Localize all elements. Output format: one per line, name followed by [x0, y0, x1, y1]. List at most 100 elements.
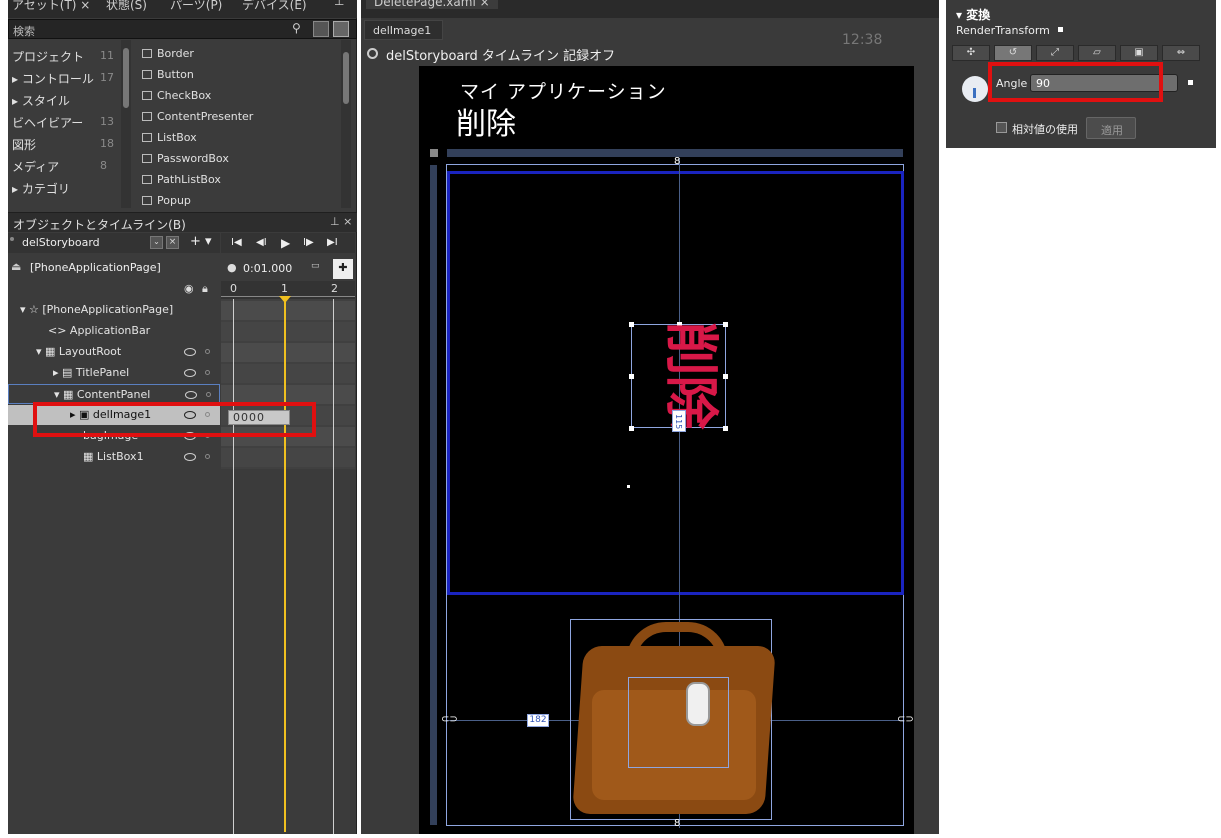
resize-handle[interactable]	[629, 374, 634, 379]
component-item[interactable]: ContentPresenter	[142, 110, 253, 123]
category-item[interactable]: 図形 18	[12, 136, 114, 153]
track-row[interactable]	[221, 448, 355, 467]
tree-row[interactable]: ▾ ▦ ContentPanel	[8, 384, 220, 404]
phone-clock: 12:38	[842, 32, 883, 48]
visibility-eye-icon[interactable]	[185, 391, 197, 399]
apply-button[interactable]: 適用	[1086, 117, 1136, 139]
height-label: 115	[674, 414, 683, 430]
lock-toggle-icon[interactable]	[205, 370, 210, 375]
timeline-status: delStoryboard タイムライン 記録オフ	[386, 49, 616, 64]
record-icon[interactable]	[367, 48, 378, 59]
category-item[interactable]: ビヘイビアー 13	[12, 114, 114, 131]
angle-dial-icon[interactable]	[962, 76, 988, 102]
resize-handle[interactable]	[629, 322, 634, 327]
category-item[interactable]: ▸ スタイル	[12, 92, 70, 109]
category-count: 17	[100, 71, 114, 84]
breadcrumb[interactable]: delImage1	[364, 20, 443, 40]
skew-tab[interactable]: ▱	[1078, 45, 1116, 61]
tab-states[interactable]: 状態(S)	[106, 0, 147, 13]
storyboard-dropdown-icon[interactable]: ⌄	[150, 236, 163, 249]
margin-handle-icon[interactable]: 8	[674, 818, 680, 829]
control-icon	[142, 133, 152, 142]
search-icon[interactable]: ⚲	[292, 21, 301, 35]
last-frame-icon[interactable]: ▶I	[327, 237, 338, 248]
zoom-fit-icon[interactable]: ✚	[333, 259, 353, 279]
visibility-eye-icon[interactable]	[184, 348, 196, 356]
category-item[interactable]: プロジェクト 11	[12, 48, 114, 65]
category-item[interactable]: ▸ コントロール 17	[12, 70, 114, 87]
component-item[interactable]: PasswordBox	[142, 152, 229, 165]
lock-toggle-icon[interactable]	[205, 454, 210, 459]
storyboard-name[interactable]: delStoryboard	[22, 236, 100, 249]
prev-frame-icon[interactable]: ◀I	[256, 237, 267, 248]
tree-row[interactable]: <> ApplicationBar	[8, 321, 220, 341]
add-storyboard-icon[interactable]: + ▾	[190, 234, 212, 249]
panel-tabbar: アセット(T) × 状態(S) パーツ(P) デバイス(E) ⊥	[8, 0, 357, 18]
category-scrollbar[interactable]	[121, 40, 131, 208]
track-row[interactable]	[221, 364, 355, 383]
margin-handle-icon[interactable]: ⊂⊃	[441, 714, 458, 725]
control-icon	[142, 112, 152, 121]
pin-icon[interactable]: ⊥	[334, 0, 344, 8]
play-icon[interactable]: ▶	[281, 236, 290, 250]
category-item[interactable]: ▸ カテゴリ	[12, 180, 70, 197]
next-frame-icon[interactable]: I▶	[303, 237, 314, 248]
component-item[interactable]: PathListBox	[142, 173, 221, 186]
pin-close-icon[interactable]: ⊥ ×	[330, 215, 352, 228]
component-item[interactable]: CheckBox	[142, 89, 211, 102]
tab-devices[interactable]: デバイス(E)	[242, 0, 307, 13]
tree-label: ▸ ▤ TitlePanel	[53, 366, 130, 379]
playhead-handle-icon[interactable]	[279, 296, 291, 303]
pivot-point[interactable]	[627, 485, 630, 488]
resize-handle[interactable]	[629, 426, 634, 431]
first-frame-icon[interactable]: I◀	[231, 237, 242, 248]
tree-row[interactable]: ▦ ListBox1	[8, 447, 220, 467]
row-ruler[interactable]	[430, 165, 437, 825]
tab-assets[interactable]: アセット(T) ×	[12, 0, 90, 13]
component-item[interactable]: Popup	[142, 194, 191, 207]
rotate-tab[interactable]: ↺	[994, 45, 1032, 61]
grid-toggle-icon[interactable]	[430, 149, 438, 157]
flip-tab[interactable]: ⇔	[1162, 45, 1200, 61]
tab-document[interactable]: DeletePage.xaml ×	[366, 0, 498, 9]
tick-2: 2	[331, 282, 338, 295]
list-view-icon[interactable]	[333, 21, 349, 37]
relative-checkbox[interactable]	[996, 122, 1007, 133]
component-item[interactable]: Border	[142, 47, 194, 60]
lock-header-icon[interactable]: 🔒︎	[202, 282, 208, 296]
tree-row[interactable]: ▸ ▤ TitlePanel	[8, 363, 220, 383]
track-row[interactable]	[221, 322, 355, 341]
tree-row[interactable]: ▾ ▦ LayoutRoot	[8, 342, 220, 362]
margin-handle-icon[interactable]: ⊂⊃	[897, 714, 914, 725]
scope-up-icon[interactable]: ⏏	[11, 260, 21, 273]
visibility-header-icon[interactable]: ◉	[184, 282, 194, 295]
scale-tab[interactable]: ⤢	[1036, 45, 1074, 61]
current-time[interactable]: 0:01.000	[243, 262, 292, 275]
track-row[interactable]	[221, 301, 355, 320]
category-item[interactable]: メディア 8	[12, 158, 107, 175]
track-row[interactable]	[221, 343, 355, 362]
tree-row[interactable]: ▾ ☆ [PhoneApplicationPage]	[8, 300, 220, 320]
category-label: プロジェクト	[12, 50, 85, 64]
grid-view-icon[interactable]	[313, 21, 329, 37]
component-item[interactable]: ListBox	[142, 131, 197, 144]
visibility-eye-icon[interactable]	[184, 453, 196, 461]
add-keyframe-icon[interactable]: ●	[227, 261, 237, 274]
center-point-tab[interactable]: ▣	[1120, 45, 1158, 61]
close-storyboard-icon[interactable]: ×	[166, 236, 179, 249]
margin-handle-icon[interactable]: 8	[674, 156, 680, 167]
lock-toggle-icon[interactable]	[205, 349, 210, 354]
visibility-eye-icon[interactable]	[184, 369, 196, 377]
transform-section-title: ▾ 変換	[956, 8, 991, 22]
playhead[interactable]	[284, 297, 286, 832]
advanced-options-icon[interactable]	[1058, 27, 1063, 32]
component-item[interactable]: Button	[142, 68, 194, 81]
lock-toggle-icon[interactable]	[206, 392, 211, 397]
category-count: 8	[100, 159, 107, 172]
translate-tab[interactable]: ✣	[952, 45, 990, 61]
search-input[interactable]: 検索 ⚲	[8, 19, 357, 39]
component-scrollbar[interactable]	[341, 40, 351, 208]
tab-parts[interactable]: パーツ(P)	[170, 0, 222, 13]
snap-icon[interactable]: ▭	[311, 261, 320, 271]
angle-options-icon[interactable]	[1188, 80, 1193, 85]
